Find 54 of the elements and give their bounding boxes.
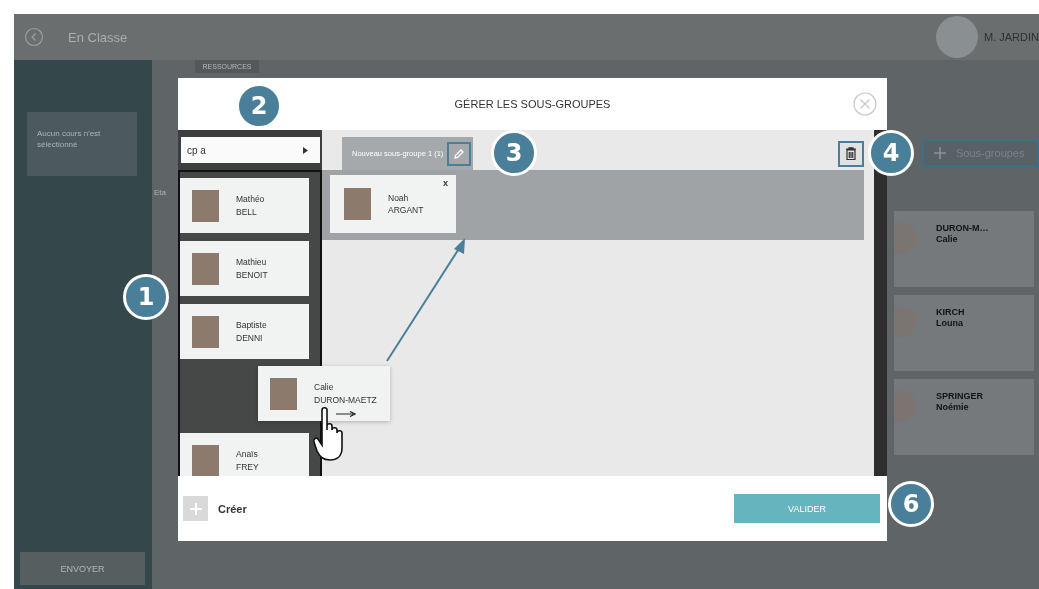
student-last-name: DURON-MAETZ (314, 393, 377, 406)
delete-button[interactable] (838, 140, 864, 167)
student-first-name: Calie (314, 381, 335, 394)
class-select[interactable]: cp a (181, 137, 320, 163)
student-card[interactable]: KIRCH Louna (894, 295, 1034, 371)
photo-placeholder (344, 188, 371, 220)
trash-icon (845, 147, 857, 160)
add-icon[interactable] (183, 496, 208, 521)
remove-button[interactable]: x (443, 178, 448, 188)
pencil-icon (453, 147, 466, 160)
student-last-name: DURON-M… (936, 223, 989, 234)
student-first-name: Noah (388, 191, 410, 204)
back-icon[interactable] (24, 27, 44, 47)
student-card[interactable]: SPRINGER Noémie (894, 379, 1034, 455)
student-last-name: FREY (236, 460, 259, 473)
student-card[interactable]: DURON-M… Calie (894, 211, 1034, 287)
right-arrow-icon (336, 411, 356, 417)
student-first-name: Mathéo (236, 193, 265, 206)
student-first-name: Anaïs (236, 448, 259, 461)
student-first-name: Baptiste (236, 319, 267, 332)
photo-placeholder (894, 307, 916, 337)
student-card[interactable]: Mathéo BELL (180, 178, 309, 233)
edit-button[interactable] (447, 141, 472, 166)
dialog-title: GÉRER LES SOUS-GROUPES (454, 98, 611, 110)
student-card[interactable]: Baptiste DENNI (180, 304, 309, 359)
photo-placeholder (192, 252, 219, 285)
student-card[interactable]: Noah ARGANT x (330, 175, 456, 233)
student-last-name: ARGANT (388, 204, 424, 217)
student-card[interactable]: Mathieu BENOIT (180, 241, 309, 296)
create-label[interactable]: Créer (218, 502, 247, 515)
student-first-name: Louna (936, 317, 964, 329)
close-icon[interactable] (853, 92, 877, 116)
student-last-name: KIRCH (936, 307, 965, 318)
student-first-name: Mathieu (236, 256, 268, 269)
avatar (936, 16, 978, 58)
photo-placeholder (894, 391, 916, 421)
app-title: En Classe (68, 29, 128, 45)
photo-placeholder (270, 377, 297, 410)
plus-icon (934, 146, 946, 159)
student-last-name: SPRINGER (936, 391, 983, 402)
empty-course-message: Aucun cours n'est sélectionné (27, 112, 137, 176)
student-card[interactable]: Anaïs FREY (180, 433, 309, 476)
photo-placeholder (192, 444, 219, 476)
student-last-name: DENNI (236, 331, 264, 344)
photo-placeholder (192, 315, 219, 348)
caret-icon (303, 146, 308, 154)
photo-placeholder (192, 189, 219, 222)
student-last-name: BELL (236, 205, 258, 218)
student-first-name: Noémie (936, 401, 970, 413)
photo-placeholder (894, 223, 916, 253)
student-card[interactable]: Calie DURON-MAETZ (258, 366, 390, 421)
student-last-name: BENOIT (236, 268, 268, 281)
student-first-name: Calie (936, 233, 959, 245)
status-label: Eta (154, 188, 166, 197)
